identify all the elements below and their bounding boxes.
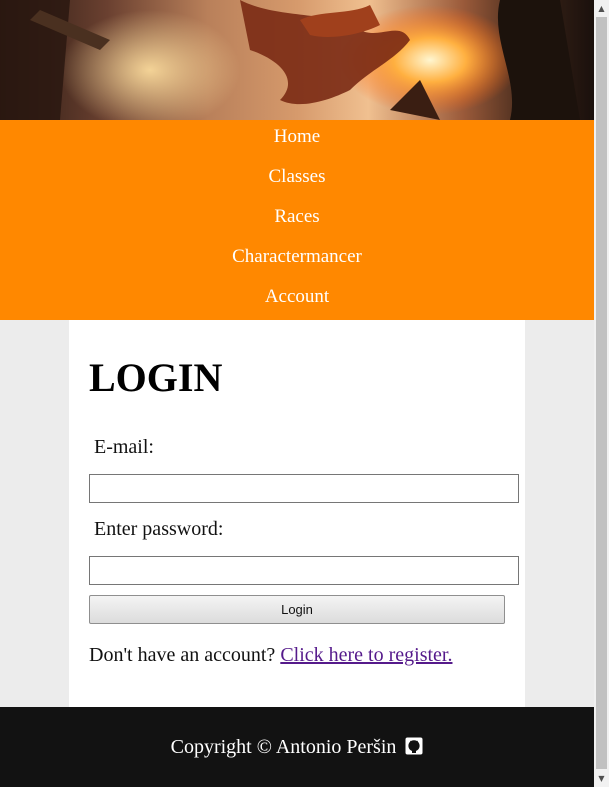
nav-item-account[interactable]: Account [0,280,594,320]
nav-item-charactermancer[interactable]: Charactermancer [0,240,594,280]
page-title: LOGIN [89,355,223,400]
vertical-scrollbar[interactable]: ▲ ▼ [594,0,609,787]
email-label: E-mail: [94,436,154,458]
password-field[interactable] [89,556,519,585]
scroll-up-icon[interactable]: ▲ [594,0,609,17]
login-card: LOGIN E-mail: Enter password: Login Don'… [69,320,525,707]
scrollbar-thumb[interactable] [596,17,607,769]
nav-item-races[interactable]: Races [0,200,594,240]
login-button[interactable]: Login [89,595,505,624]
scroll-down-icon[interactable]: ▼ [594,770,609,787]
nav-item-classes[interactable]: Classes [0,160,594,200]
github-icon[interactable] [405,737,423,755]
copyright-text: Copyright © Antonio Peršin [170,736,397,758]
main-navigation: Home Classes Races Charactermancer Accou… [0,120,594,320]
header-banner-image [0,0,594,120]
footer: Copyright © Antonio Peršin [0,707,594,787]
register-prompt-text: Don't have an account? [89,644,276,666]
footer-copyright-line: Copyright © Antonio Peršin [0,736,594,759]
password-label: Enter password: [94,518,224,540]
register-link[interactable]: Click here to register. [280,644,452,666]
nav-item-home[interactable]: Home [0,120,594,160]
register-prompt-line: Don't have an account? Click here to reg… [89,644,452,667]
email-field[interactable] [89,474,519,503]
page: Home Classes Races Charactermancer Accou… [0,0,594,787]
